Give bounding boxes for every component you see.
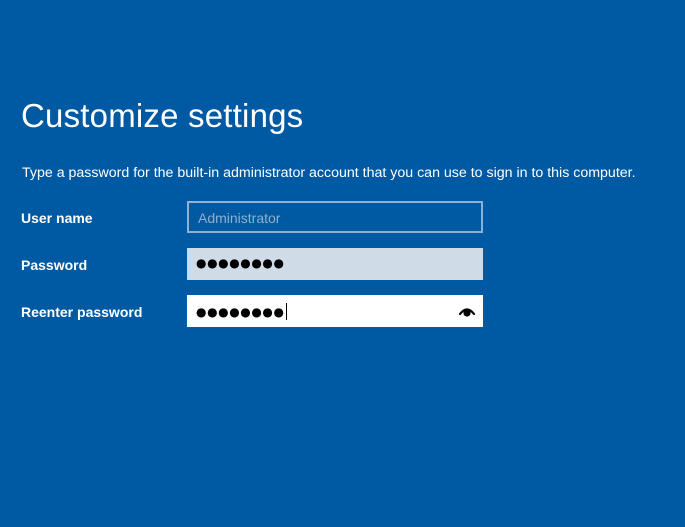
eye-icon: [458, 308, 476, 317]
text-caret: [285, 303, 288, 320]
username-label: User name: [21, 210, 93, 226]
reenter-password-value-wrapper: ●●●●●●●●: [196, 303, 288, 320]
password-value: ●●●●●●●●: [196, 256, 285, 270]
page-title: Customize settings: [21, 97, 304, 134]
reenter-password-label: Reenter password: [21, 304, 143, 320]
reveal-password-button[interactable]: [457, 303, 477, 319]
password-label: Password: [21, 257, 88, 273]
reenter-password-field[interactable]: ●●●●●●●●: [187, 295, 483, 327]
reenter-password-value: ●●●●●●●●: [196, 305, 285, 319]
password-field[interactable]: ●●●●●●●●: [187, 248, 483, 280]
instruction-text: Type a password for the built-in adminis…: [22, 165, 636, 181]
username-value: Administrator: [198, 210, 281, 226]
username-field: Administrator: [187, 201, 483, 233]
